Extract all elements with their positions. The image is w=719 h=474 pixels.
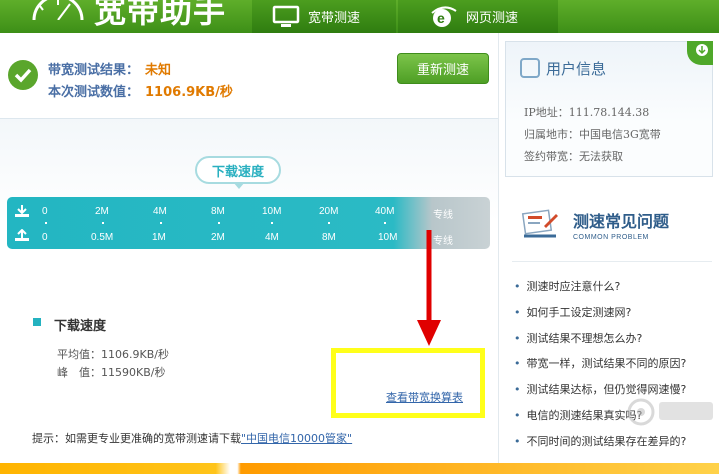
scale-tick-upload: 0.5M: [91, 232, 114, 243]
app-title: 宽带助手: [94, 0, 227, 30]
bandwidth-result: 带宽测试结果： 未知: [48, 59, 171, 78]
user-info-card: 用户信息 IP地址：111.78.144.38 归属地市：中国电信3G宽带 签约…: [505, 41, 713, 177]
scale-dot: [160, 222, 162, 224]
retest-button[interactable]: 重新测速: [397, 53, 489, 84]
bandwidth-conversion-link[interactable]: 查看带宽换算表: [386, 389, 463, 405]
bottom-banner: [0, 463, 719, 474]
tab-label: 宽带测速: [308, 11, 361, 26]
scale-dot: [384, 222, 386, 224]
red-arrow-annotation: [417, 230, 441, 346]
scale-tick-upload: 0: [42, 232, 48, 243]
tab-label: 网页测速: [466, 11, 519, 26]
monitor-icon: [272, 5, 300, 27]
region: 归属地市：中国电信3G宽带: [524, 128, 661, 141]
scale-dot: [271, 222, 273, 224]
scale-dot: [328, 222, 330, 224]
user-info-title: 用户信息: [546, 60, 607, 78]
bandwidth-label: 带宽测试结果：: [48, 63, 140, 78]
divider: [512, 261, 712, 262]
tab-web-speed[interactable]: e 网页测速: [398, 0, 558, 33]
scale-dot: [218, 222, 220, 224]
faq-icon: [521, 209, 558, 238]
faq-item[interactable]: 如何手工设定测速网?: [514, 304, 632, 320]
scale-tick-download: 专线: [433, 210, 453, 221]
scale-tick-download: 10M: [262, 206, 282, 217]
download-badge-icon[interactable]: [687, 41, 713, 65]
watermark-logo: [627, 398, 713, 426]
scale-tick-download: 0: [42, 206, 48, 217]
download-icon: [15, 205, 29, 217]
faq-item[interactable]: 测速时应注意什么?: [514, 278, 621, 294]
upload-icon: [15, 229, 29, 241]
ip-address: IP地址：111.78.144.38: [524, 106, 650, 119]
section-marker: [33, 318, 41, 326]
top-bar: 宽带助手 宽带测速 e 网页测速: [0, 0, 719, 33]
telecom-manager-link[interactable]: "中国电信10000管家": [241, 432, 352, 445]
faq-title: 测速常见问题: [573, 212, 670, 231]
check-circle-icon: [8, 60, 38, 90]
download-section-title: 下载速度: [54, 319, 107, 334]
scale-tick-download: 20M: [319, 206, 339, 217]
bandwidth-value: 未知: [145, 63, 172, 78]
tip-prefix: 提示：如需更专业更准确的宽带测速请下载: [32, 432, 241, 445]
scale-tick-upload: 8M: [322, 232, 336, 243]
scale-tick-upload: 2M: [211, 232, 225, 243]
ie-browser-icon: e: [431, 6, 457, 27]
scale-tick-upload: 10M: [378, 232, 398, 243]
scale-tick-download: 40M: [375, 206, 395, 217]
contract-bandwidth: 签约带宽：无法获取: [524, 150, 623, 163]
svg-text:e: e: [437, 10, 445, 26]
tab-broadband-speed[interactable]: 宽带测速: [252, 0, 396, 33]
user-info-icon: [520, 58, 540, 78]
measured-result: 本次测试数值： 1106.9KB/秒: [48, 81, 233, 100]
scale-dot: [45, 222, 47, 224]
peak-speed: 峰 值：11590KB/秒: [57, 366, 166, 379]
scale-tick-download: 4M: [153, 206, 167, 217]
speedometer-icon: [32, 0, 84, 20]
scale-dot: [102, 222, 104, 224]
faq-item[interactable]: 测试结果不理想怎么办?: [514, 330, 643, 346]
scale-tick-download: 8M: [211, 206, 225, 217]
scale-tick-upload: 4M: [265, 232, 279, 243]
scale-tick-download: 2M: [95, 206, 109, 217]
highlight-box-annotation: [331, 348, 485, 418]
measured-label: 本次测试数值：: [48, 85, 140, 100]
speed-type-bubble: 下载速度: [195, 156, 281, 189]
tip-text: 提示：如需更专业更准确的宽带测速请下载"中国电信10000管家": [32, 430, 352, 446]
average-speed: 平均值：1106.9KB/秒: [57, 348, 169, 361]
faq-item[interactable]: 带宽一样，测试结果不同的原因?: [514, 355, 687, 371]
measured-value: 1106.9KB/秒: [145, 85, 233, 100]
scale-tick-upload: 1M: [152, 232, 166, 243]
faq-subtitle: COMMON PROBLEM: [573, 234, 649, 241]
